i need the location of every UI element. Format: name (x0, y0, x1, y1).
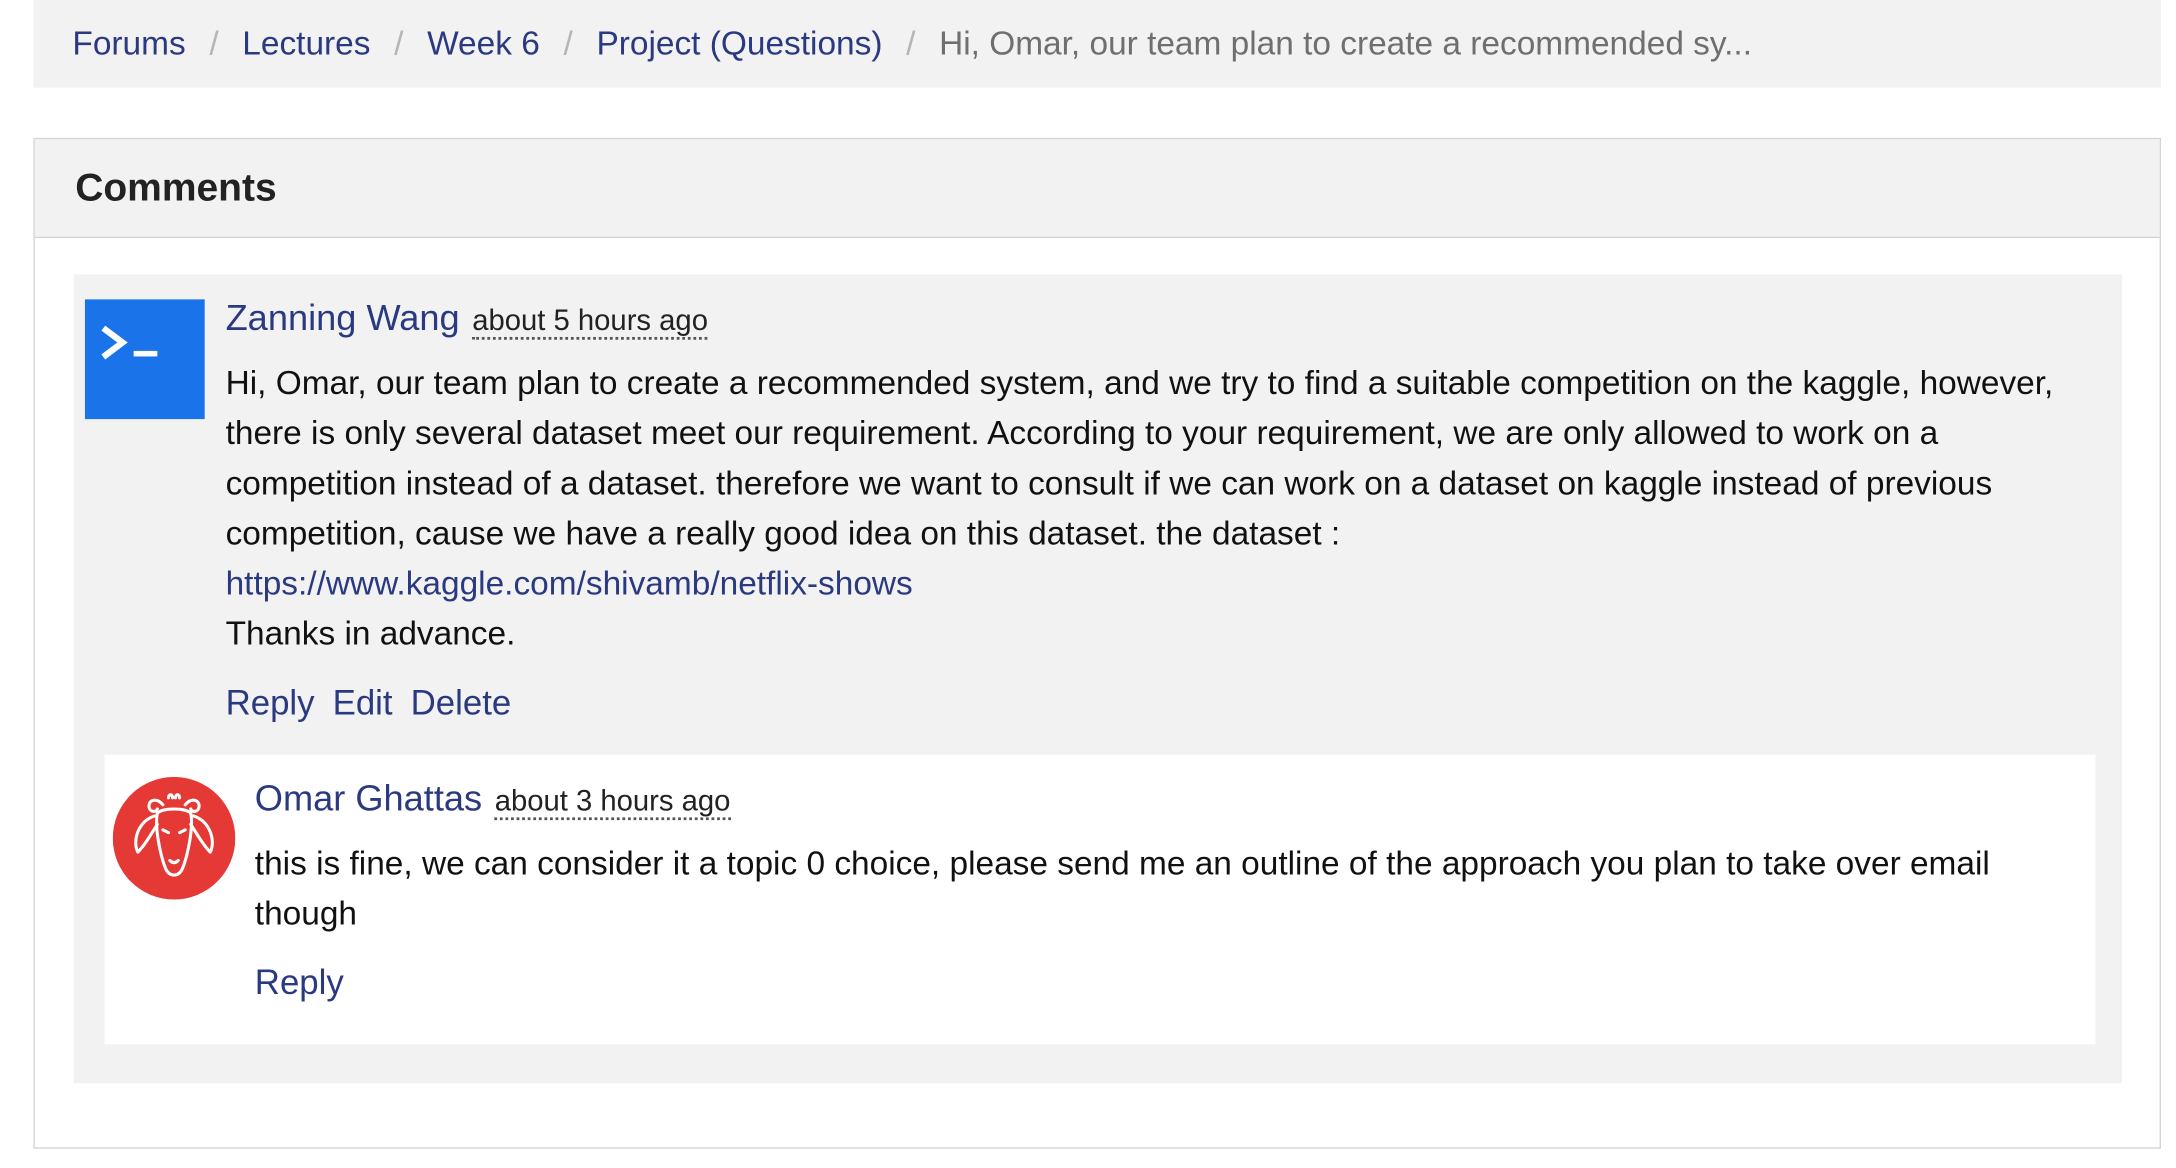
comment-timestamp: about 5 hours ago (472, 306, 708, 340)
comment-meta: Zanning Wang about 5 hours ago (226, 297, 2092, 340)
dataset-link[interactable]: https://www.kaggle.com/shivamb/netflix-s… (226, 565, 913, 603)
breadcrumb-project-questions[interactable]: Project (Questions) (596, 24, 882, 63)
breadcrumb-separator: / (209, 24, 219, 62)
avatar[interactable] (84, 299, 205, 420)
comment-body: Zanning Wang about 5 hours ago Hi, Omar,… (226, 297, 2092, 724)
breadcrumb-forums[interactable]: Forums (72, 24, 185, 63)
comment-author[interactable]: Zanning Wang (226, 297, 460, 340)
panel-heading: Comments (34, 139, 2160, 239)
reply-actions: Reply (255, 964, 2065, 1004)
comment-closing: Thanks in advance. (225, 615, 516, 654)
reply-body: Omar Ghattas about 3 hours ago this is f… (255, 777, 2065, 1004)
delete-button[interactable]: Delete (411, 684, 512, 723)
panel-title: Comments (75, 165, 277, 209)
comments-panel: Comments Zanning Wang about 5 hours ago … (33, 137, 2162, 1149)
breadcrumb-lectures[interactable]: Lectures (242, 24, 370, 63)
breadcrumb: Forums / Lectures / Week 6 / Project (Qu… (33, 0, 2162, 88)
reply-author[interactable]: Omar Ghattas (255, 777, 482, 820)
page: Forums / Lectures / Week 6 / Project (Qu… (0, 0, 2176, 1168)
edit-button[interactable]: Edit (333, 684, 393, 723)
reply-button[interactable]: Reply (226, 684, 315, 723)
breadcrumb-current: Hi, Omar, our team plan to create a reco… (939, 24, 1752, 62)
breadcrumb-separator: / (563, 24, 573, 62)
reply-meta: Omar Ghattas about 3 hours ago (255, 777, 2065, 821)
reply-timestamp: about 3 hours ago (494, 786, 731, 821)
terminal-icon (101, 325, 158, 360)
comment-text: Hi, Omar, our team plan to create a reco… (226, 359, 2092, 660)
comment-paragraph: Hi, Omar, our team plan to create a reco… (225, 364, 2054, 553)
reply-comment: Omar Ghattas about 3 hours ago this is f… (104, 754, 2096, 1045)
ram-icon (112, 776, 236, 900)
breadcrumb-separator: / (906, 24, 916, 62)
avatar[interactable] (112, 776, 236, 900)
reply-button[interactable]: Reply (255, 964, 344, 1003)
reply-text: this is fine, we can consider it a topic… (254, 845, 1990, 933)
comment-actions: Reply Edit Delete (226, 684, 2092, 724)
breadcrumb-week[interactable]: Week 6 (427, 24, 540, 63)
breadcrumb-separator: / (394, 24, 404, 62)
comment: Zanning Wang about 5 hours ago Hi, Omar,… (73, 274, 2123, 1084)
